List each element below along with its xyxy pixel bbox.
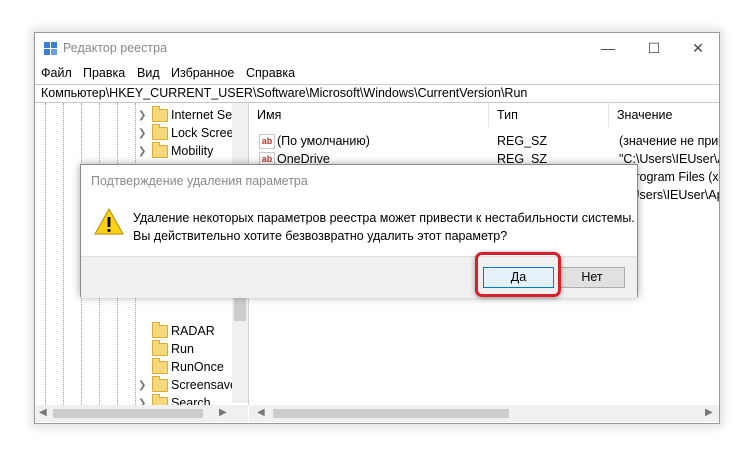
menu-edit[interactable]: Правка	[83, 66, 125, 80]
tree-item-radar[interactable]: RADAR	[35, 322, 235, 341]
tree-item-search[interactable]: ❯ Search	[35, 394, 235, 405]
dialog-message-line: Удаление некоторых параметров реестра мо…	[133, 211, 635, 225]
chevron-right-icon[interactable]: ❯	[138, 146, 146, 157]
chevron-right-icon[interactable]: ❯	[138, 110, 146, 121]
folder-icon	[152, 142, 168, 158]
folder-icon	[152, 394, 168, 405]
menu-view[interactable]: Вид	[137, 66, 160, 80]
arrow-right-icon[interactable]: ▶	[219, 407, 227, 418]
value-name: (По умолчанию)	[277, 134, 370, 148]
close-button[interactable]: ✕	[675, 33, 719, 63]
value-data: (значение не присв	[619, 134, 720, 148]
tree-item-runonce[interactable]: RunOnce	[35, 358, 235, 377]
values-horizontal-scrollbar[interactable]: ◀ ▶	[249, 405, 719, 422]
value-row[interactable]: ab (По умолчанию) REG_SZ (значение не пр…	[249, 133, 720, 151]
chevron-right-icon[interactable]: ❯	[138, 380, 146, 391]
folder-icon	[152, 124, 168, 140]
tree-item-label: RADAR	[171, 324, 215, 338]
warning-icon	[94, 208, 124, 235]
menu-favorites[interactable]: Избранное	[171, 66, 234, 80]
tree-item-mobility[interactable]: ❯ Mobility	[35, 142, 235, 161]
string-value-icon: ab	[259, 134, 275, 149]
tree-item-label: Internet Set	[171, 108, 236, 122]
tree-item-screensavers[interactable]: ❯ Screensave	[35, 376, 238, 395]
folder-icon	[152, 106, 168, 122]
tree-item-label: Run	[171, 342, 194, 356]
maximize-button[interactable]: ☐	[631, 33, 677, 63]
tree-horizontal-scrollbar[interactable]: ◀ ▶	[35, 405, 248, 422]
scrollbar-thumb[interactable]	[273, 409, 509, 418]
scrollbar-thumb[interactable]	[53, 409, 203, 418]
value-type: REG_SZ	[497, 134, 548, 148]
window-title: Редактор реестра	[63, 41, 168, 55]
folder-icon	[152, 376, 168, 392]
menu-help[interactable]: Справка	[246, 66, 295, 80]
tree-item-label: Search	[171, 396, 211, 405]
tree-item-lock-screen[interactable]: ❯ Lock Screen	[35, 124, 240, 143]
arrow-left-icon[interactable]: ◀	[257, 407, 265, 418]
tree-item-internet-settings[interactable]: ❯ Internet Set	[35, 106, 236, 125]
column-header-type[interactable]: Тип	[489, 103, 609, 127]
registry-editor-icon	[44, 42, 58, 56]
value-data: Program Files (x	[627, 170, 719, 184]
no-button[interactable]: Нет	[559, 267, 625, 288]
arrow-left-icon[interactable]: ◀	[39, 407, 47, 418]
folder-icon	[152, 340, 168, 356]
menu-bar: Файл Правка Вид Избранное Справка	[35, 63, 719, 83]
tree-item-label: Lock Screen	[171, 126, 241, 140]
tree-item-run[interactable]: Run	[35, 340, 235, 359]
tree-item-label: Screensave	[171, 378, 238, 392]
tree-item-label: RunOnce	[171, 360, 224, 374]
menu-file[interactable]: Файл	[41, 66, 72, 80]
title-bar[interactable]: Редактор реестра — ☐ ✕	[35, 33, 719, 63]
dialog-message: Удаление некоторых параметров реестра мо…	[133, 209, 635, 245]
column-header-data[interactable]: Значение	[609, 103, 719, 127]
dialog-title: Подтверждение удаления параметра	[91, 174, 308, 188]
folder-icon	[152, 358, 168, 374]
folder-icon	[152, 322, 168, 338]
address-bar[interactable]: Компьютер\HKEY_CURRENT_USER\Software\Mic…	[35, 84, 719, 103]
yes-button-highlight	[475, 252, 561, 297]
minimize-button[interactable]: —	[585, 33, 631, 63]
column-header-name[interactable]: Имя	[249, 103, 489, 127]
chevron-right-icon[interactable]: ❯	[138, 398, 146, 405]
tree-item-label: Mobility	[171, 144, 214, 158]
chevron-right-icon[interactable]: ❯	[138, 128, 146, 139]
arrow-right-icon[interactable]: ▶	[705, 407, 713, 418]
dialog-message-line: Вы действительно хотите безвозвратно уда…	[133, 229, 508, 243]
value-data: \Users\IEUser\Ap	[627, 188, 720, 202]
